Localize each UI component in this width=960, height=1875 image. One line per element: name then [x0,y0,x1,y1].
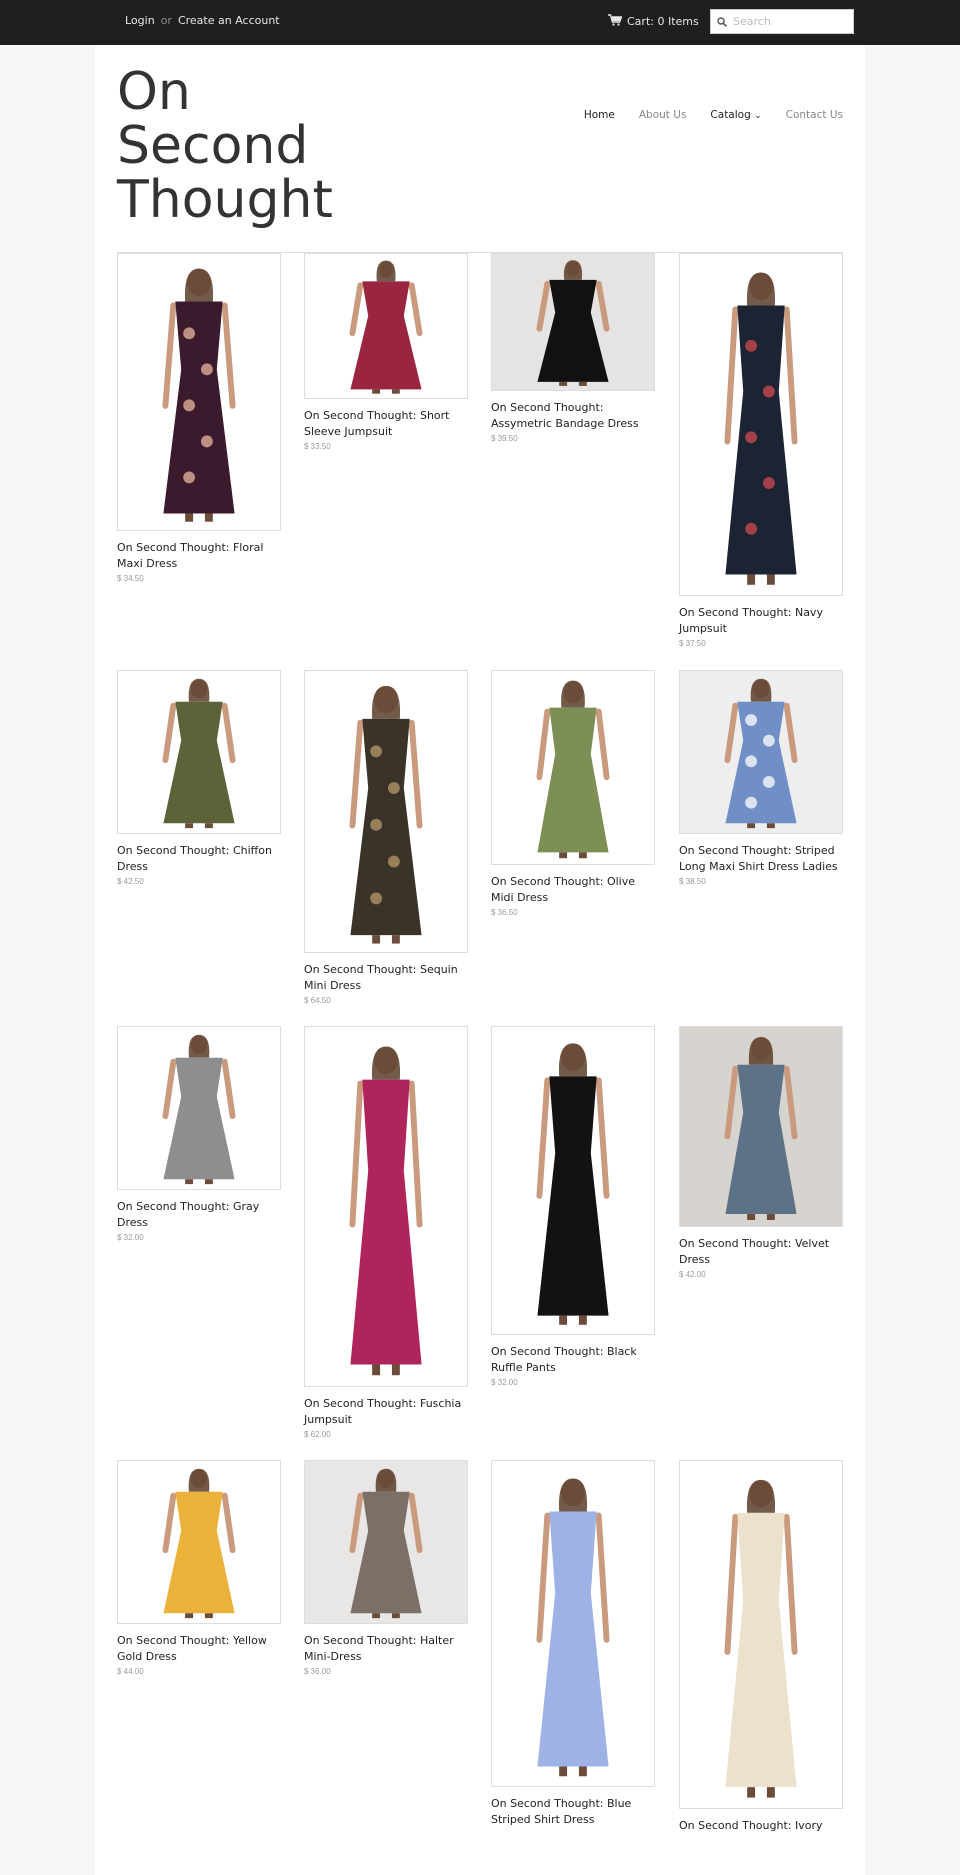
product-card[interactable]: On Second Thought: Yellow Gold Dress $ 44… [117,1460,281,1676]
cart-label: Cart: 0 Items [627,15,699,28]
product-name[interactable]: On Second Thought: Floral Maxi Dress [117,540,281,572]
cart-link[interactable]: Cart: 0 Items [608,14,699,29]
product-card[interactable]: On Second Thought: Black Ruffle Pants $ 3… [491,1026,655,1387]
product-card[interactable]: On Second Thought: Sequin Mini Dress $ 64… [304,670,468,1005]
product-card[interactable]: On Second Thought: Fuschia Jumpsuit $ 62.… [304,1026,468,1439]
product-name[interactable]: On Second Thought: Chiffon Dress [117,843,281,875]
product-image[interactable] [117,670,281,834]
top-bar: Login or Create an Account Cart: 0 Items [0,0,960,45]
create-account-link[interactable]: Create an Account [178,14,280,27]
page-container: On Second Thought Home About Us Catalog … [95,45,865,1875]
cart-icon [608,14,623,29]
search-input[interactable] [733,15,843,28]
product-price: $ 32.00 [117,1233,144,1242]
nav-home[interactable]: Home [584,109,615,121]
product-name[interactable]: On Second Thought: Black Ruffle Pants [491,1344,655,1376]
product-price: $ 64.50 [304,996,331,1005]
product-card[interactable]: On Second Thought: Velvet Dress $ 42.00 [679,1026,843,1279]
nav-catalog[interactable]: Catalog ⌄ [710,109,761,121]
product-card[interactable]: On Second Thought: Olive Midi Dress $ 36.… [491,670,655,917]
product-name[interactable]: On Second Thought: Halter Mini-Dress [304,1633,468,1665]
product-card[interactable]: On Second Thought: Striped Long Maxi Shi… [679,670,843,886]
product-image[interactable] [304,1026,468,1387]
product-card[interactable]: On Second Thought: Halter Mini-Dress $ 36… [304,1460,468,1676]
product-price: $ 32.00 [491,1378,518,1387]
product-image[interactable] [304,670,468,953]
product-card[interactable]: On Second Thought: Navy Jumpsuit $ 37.50 [679,253,843,648]
product-price: $ 37.50 [679,639,706,648]
product-price: $ 39.50 [491,434,518,443]
product-name[interactable]: On Second Thought: Ivory [679,1818,843,1834]
product-image[interactable] [491,253,655,391]
product-name[interactable]: On Second Thought: Yellow Gold Dress [117,1633,281,1665]
product-image[interactable] [304,1460,468,1624]
search-box [710,9,854,34]
product-image[interactable] [491,1460,655,1787]
product-image[interactable] [117,1026,281,1190]
product-card[interactable]: On Second Thought: Floral Maxi Dress $ 34… [117,253,281,583]
product-card[interactable]: On Second Thought: Chiffon Dress $ 42.50 [117,670,281,886]
chevron-down-icon: ⌄ [754,111,762,121]
product-price: $ 38.50 [679,877,706,886]
main-nav: Home About Us Catalog ⌄ Contact Us [584,109,843,121]
product-card[interactable]: On Second Thought: Gray Dress $ 32.00 [117,1026,281,1242]
nav-about[interactable]: About Us [639,109,687,121]
product-price: $ 44.00 [117,1667,144,1676]
nav-contact[interactable]: Contact Us [786,109,843,121]
product-name[interactable]: On Second Thought: Short Sleeve Jumpsuit [304,408,468,440]
account-links: Login or Create an Account [125,14,280,27]
product-image[interactable] [679,670,843,834]
product-name[interactable]: On Second Thought: Assymetric Bandage Dr… [491,400,655,432]
product-name[interactable]: On Second Thought: Gray Dress [117,1199,281,1231]
search-icon [717,12,727,31]
nav-catalog-label: Catalog [710,109,751,121]
product-image[interactable] [117,1460,281,1624]
product-price: $ 33.50 [304,442,331,451]
product-image[interactable] [679,1026,843,1227]
product-name[interactable]: On Second Thought: Olive Midi Dress [491,874,655,906]
product-image[interactable] [117,253,281,531]
product-name[interactable]: On Second Thought: Sequin Mini Dress [304,962,468,994]
or-separator: or [160,14,172,27]
product-image[interactable] [679,253,843,596]
product-name[interactable]: On Second Thought: Fuschia Jumpsuit [304,1396,468,1428]
product-price: $ 36.50 [491,908,518,917]
product-price: $ 42.00 [679,1270,706,1279]
product-image[interactable] [304,253,468,399]
product-name[interactable]: On Second Thought: Blue Striped Shirt Dr… [491,1796,655,1828]
product-name[interactable]: On Second Thought: Striped Long Maxi Shi… [679,843,843,875]
product-card[interactable]: On Second Thought: Ivory [679,1460,843,1834]
product-price: $ 42.50 [117,877,144,886]
product-price: $ 36.00 [304,1667,331,1676]
product-name[interactable]: On Second Thought: Navy Jumpsuit [679,605,843,637]
login-link[interactable]: Login [125,14,155,27]
product-card[interactable]: On Second Thought: Short Sleeve Jumpsuit… [304,253,468,451]
product-card[interactable]: On Second Thought: Assymetric Bandage Dr… [491,253,655,443]
product-name[interactable]: On Second Thought: Velvet Dress [679,1236,843,1268]
product-card[interactable]: On Second Thought: Blue Striped Shirt Dr… [491,1460,655,1828]
product-price: $ 62.00 [304,1430,331,1439]
product-image[interactable] [491,1026,655,1335]
product-price: $ 34.50 [117,574,144,583]
product-image[interactable] [679,1460,843,1809]
product-image[interactable] [491,670,655,865]
store-logo[interactable]: On Second Thought [117,65,377,227]
